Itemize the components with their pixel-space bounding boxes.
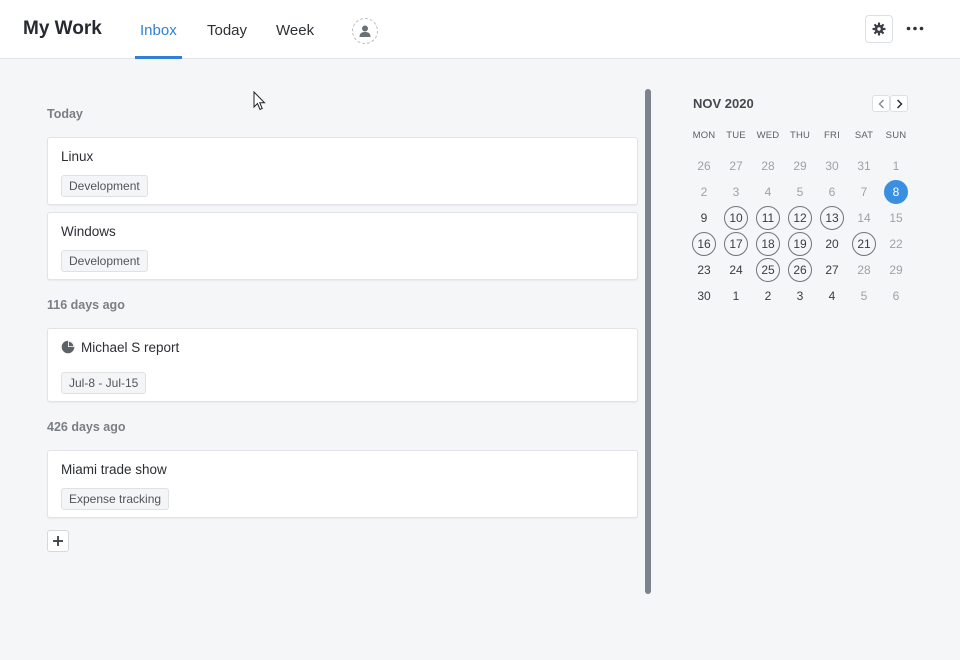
calendar-day[interactable]: 1	[880, 154, 912, 180]
calendar-day[interactable]: 26	[784, 258, 816, 284]
task-card[interactable]: Michael S report Jul-8 - Jul-15	[47, 328, 638, 402]
date-range-tag[interactable]: Jul-8 - Jul-15	[61, 372, 147, 394]
calendar-day[interactable]: 19	[784, 232, 816, 258]
calendar-day[interactable]: 10	[720, 206, 752, 232]
page-title: My Work	[23, 18, 102, 39]
calendar-day-selected[interactable]: 8	[880, 180, 912, 206]
top-bar: My Work Inbox Today Week	[0, 0, 960, 59]
task-title: Windows	[61, 224, 116, 239]
calendar-day[interactable]: 9	[688, 206, 720, 232]
tab-inbox[interactable]: Inbox	[140, 22, 177, 39]
section-title-today: Today	[47, 107, 83, 121]
calendar-day[interactable]: 4	[816, 284, 848, 310]
panel-divider-scrollbar[interactable]	[645, 89, 651, 594]
calendar-day[interactable]: 23	[688, 258, 720, 284]
active-tab-indicator	[135, 56, 182, 59]
chevron-right-icon	[896, 99, 903, 109]
weekday-label: THU	[789, 130, 811, 141]
more-button[interactable]	[903, 15, 927, 43]
gear-icon	[872, 22, 886, 36]
calendar-day[interactable]: 31	[848, 154, 880, 180]
settings-button[interactable]	[865, 15, 893, 43]
calendar-day[interactable]: 21	[848, 232, 880, 258]
chevron-left-icon	[878, 99, 885, 109]
weekday-label: WED	[756, 130, 780, 141]
task-card[interactable]: Miami trade show Expense tracking	[47, 450, 638, 518]
add-task-button[interactable]	[47, 530, 69, 552]
calendar-day[interactable]: 30	[816, 154, 848, 180]
calendar-day[interactable]: 4	[752, 180, 784, 206]
calendar-day[interactable]: 15	[880, 206, 912, 232]
calendar-day[interactable]: 3	[784, 284, 816, 310]
avatar[interactable]	[352, 18, 378, 44]
calendar-day[interactable]: 17	[720, 232, 752, 258]
calendar-day[interactable]: 6	[816, 180, 848, 206]
calendar-day[interactable]: 11	[752, 206, 784, 232]
calendar-day[interactable]: 30	[688, 284, 720, 310]
calendar-day[interactable]: 5	[784, 180, 816, 206]
calendar-day[interactable]: 22	[880, 232, 912, 258]
calendar-next-button[interactable]	[890, 95, 908, 112]
task-tag[interactable]: Development	[61, 250, 148, 272]
task-card[interactable]: Linux Development	[47, 137, 638, 205]
weekday-label: SAT	[854, 130, 874, 141]
calendar-day[interactable]: 12	[784, 206, 816, 232]
calendar-day[interactable]: 1	[720, 284, 752, 310]
calendar-week: 2 3 4 5 6 7 8	[688, 180, 912, 206]
calendar-grid: MON TUE WED THU FRI SAT SUN 26 27 28 29 …	[688, 128, 912, 310]
calendar-day[interactable]: 2	[688, 180, 720, 206]
task-title: Miami trade show	[61, 462, 167, 477]
more-horizontal-icon	[906, 26, 924, 31]
calendar-day[interactable]: 25	[752, 258, 784, 284]
calendar-day[interactable]: 16	[688, 232, 720, 258]
section-title-116-days: 116 days ago	[47, 298, 125, 312]
calendar-day[interactable]: 29	[880, 258, 912, 284]
calendar-month-label: NOV 2020	[693, 96, 754, 111]
calendar-day[interactable]: 2	[752, 284, 784, 310]
calendar-day[interactable]: 29	[784, 154, 816, 180]
calendar-day[interactable]: 27	[720, 154, 752, 180]
weekday-label: MON	[692, 130, 716, 141]
plus-icon	[53, 536, 63, 546]
task-card[interactable]: Windows Development	[47, 212, 638, 280]
calendar-day[interactable]: 28	[848, 258, 880, 284]
calendar-week: 23 24 25 26 27 28 29	[688, 258, 912, 284]
calendar-day[interactable]: 26	[688, 154, 720, 180]
calendar-day[interactable]: 13	[816, 206, 848, 232]
calendar-week: 26 27 28 29 30 31 1	[688, 154, 912, 180]
task-tag[interactable]: Development	[61, 175, 148, 197]
calendar-day[interactable]: 28	[752, 154, 784, 180]
task-title: Michael S report	[81, 340, 180, 355]
weekday-label: TUE	[726, 130, 746, 141]
calendar-day[interactable]: 7	[848, 180, 880, 206]
calendar-week: 16 17 18 19 20 21 22	[688, 232, 912, 258]
user-icon	[359, 25, 371, 37]
calendar-day[interactable]: 5	[848, 284, 880, 310]
task-title: Linux	[61, 149, 94, 164]
calendar-day[interactable]: 27	[816, 258, 848, 284]
calendar-weekday-row: MON TUE WED THU FRI SAT SUN	[688, 128, 912, 144]
mouse-cursor-icon	[253, 91, 266, 111]
pie-chart-icon	[61, 340, 75, 354]
calendar-day[interactable]: 6	[880, 284, 912, 310]
calendar-day[interactable]: 20	[816, 232, 848, 258]
weekday-label: SUN	[885, 130, 907, 141]
tab-week[interactable]: Week	[276, 22, 314, 39]
calendar-week: 30 1 2 3 4 5 6	[688, 284, 912, 310]
calendar-day[interactable]: 24	[720, 258, 752, 284]
calendar-prev-button[interactable]	[872, 95, 890, 112]
task-tag[interactable]: Expense tracking	[61, 488, 170, 510]
section-title-426-days: 426 days ago	[47, 420, 126, 434]
calendar-day[interactable]: 18	[752, 232, 784, 258]
tab-today[interactable]: Today	[207, 22, 247, 39]
calendar-week: 9 10 11 12 13 14 15	[688, 206, 912, 232]
calendar-day[interactable]: 3	[720, 180, 752, 206]
calendar-day[interactable]: 14	[848, 206, 880, 232]
weekday-label: FRI	[824, 130, 840, 141]
